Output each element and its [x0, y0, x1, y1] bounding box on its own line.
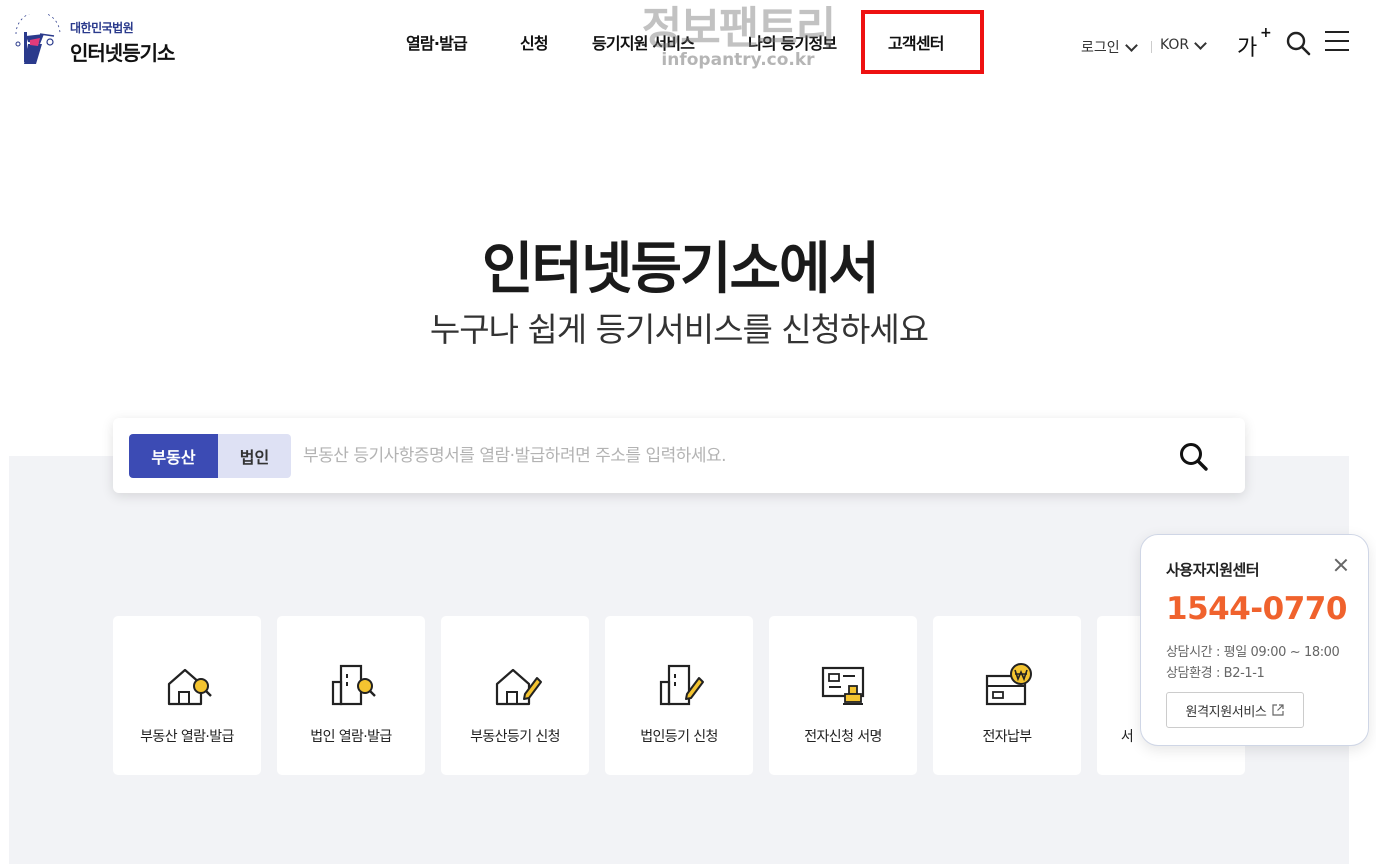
court-emblem-icon: [15, 14, 61, 64]
search-bar: 부동산 법인: [113, 418, 1245, 493]
highlight-annotation-box: [861, 10, 984, 74]
service-card-e-signature[interactable]: 전자신청 서명: [769, 616, 917, 775]
support-center-popup: 사용자지원센터 1544-0770 상담시간 : 평일 09:00 ~ 18:0…: [1140, 534, 1369, 746]
hamburger-menu-icon[interactable]: [1325, 30, 1349, 52]
font-size-label: 가: [1237, 36, 1258, 61]
site-header: 대한민국법원 인터넷등기소 열람·발급 신청 등기지원 서비스 나의 등기정보 …: [0, 0, 1376, 82]
search-icon[interactable]: [1177, 440, 1211, 474]
logo-subtitle: 대한민국법원: [70, 20, 134, 35]
hero-title: 인터넷등기소에서: [481, 237, 880, 302]
service-card-corp-view[interactable]: 법인 열람·발급: [277, 616, 425, 775]
support-title: 사용자지원센터: [1166, 561, 1260, 579]
nav-support-service[interactable]: 등기지원 서비스: [592, 30, 695, 54]
service-label: 법인등기 신청: [640, 729, 718, 745]
service-card-realestate-apply[interactable]: 부동산등기 신청: [441, 616, 589, 775]
util-divider: [1151, 41, 1152, 53]
address-search-input[interactable]: [303, 438, 1153, 474]
support-hours: 상담시간 : 평일 09:00 ~ 18:00: [1166, 645, 1340, 660]
close-icon[interactable]: [1333, 557, 1349, 573]
support-phone: 1544-0770: [1166, 591, 1347, 627]
chevron-down-icon: [1194, 36, 1208, 50]
login-dropdown[interactable]: 로그인: [1081, 37, 1140, 57]
service-card-e-payment[interactable]: 전자납부: [933, 616, 1081, 775]
house-edit-icon: [495, 668, 542, 706]
tab-real-estate[interactable]: 부동산: [129, 434, 218, 478]
service-label: 전자신청 서명: [804, 729, 882, 745]
logo-title: 인터넷등기소: [70, 40, 175, 65]
service-label: 법인 열람·발급: [310, 729, 392, 745]
nav-view-issue[interactable]: 열람·발급: [406, 30, 468, 54]
house-search-icon: [167, 668, 212, 706]
remote-support-label: 원격지원서비스: [1185, 704, 1267, 720]
service-label: 부동산 열람·발급: [140, 729, 234, 745]
chevron-down-icon: [1124, 38, 1138, 52]
nav-my-info[interactable]: 나의 등기정보: [748, 30, 837, 54]
login-label: 로그인: [1081, 40, 1120, 56]
building-edit-icon: [659, 664, 704, 706]
service-card-corp-apply[interactable]: 법인등기 신청: [605, 616, 753, 775]
site-logo[interactable]: 대한민국법원 인터넷등기소: [10, 14, 190, 70]
hero-subtitle: 누구나 쉽게 등기서비스를 신청하세요: [429, 310, 929, 349]
remote-support-button[interactable]: 원격지원서비스: [1166, 692, 1304, 728]
external-link-icon: [1272, 704, 1285, 716]
service-card-realestate-view[interactable]: 부동산 열람·발급: [113, 616, 261, 775]
wallet-won-icon: [985, 663, 1032, 706]
support-location: 상담환경 : B2-1-1: [1166, 666, 1265, 681]
certificate-stamp-icon: [821, 666, 865, 705]
plus-icon: +: [1260, 25, 1272, 41]
search-icon[interactable]: [1285, 30, 1311, 56]
nav-apply[interactable]: 신청: [520, 30, 549, 54]
tab-corporation[interactable]: 법인: [218, 434, 291, 478]
service-label: 부동산등기 신청: [470, 729, 560, 745]
language-dropdown[interactable]: KOR: [1160, 36, 1209, 53]
building-search-icon: [331, 664, 376, 706]
font-size-button[interactable]: 가 +: [1237, 25, 1272, 62]
language-label: KOR: [1160, 37, 1190, 53]
